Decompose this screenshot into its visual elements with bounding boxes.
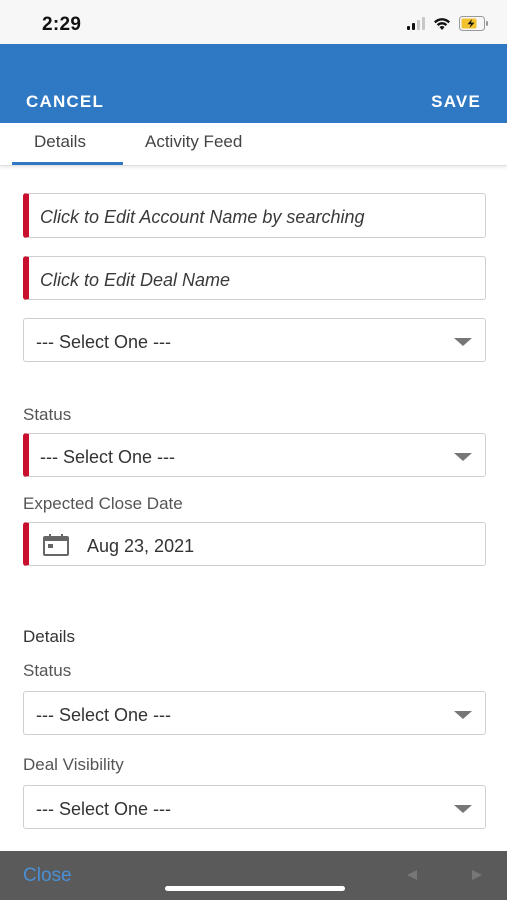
status-value: --- Select One --- (40, 447, 176, 467)
app-bar: CANCEL SAVE (0, 44, 507, 123)
status-label: Status (23, 405, 72, 424)
home-indicator[interactable] (165, 886, 345, 891)
status-icons (407, 16, 489, 31)
account-name-placeholder: Click to Edit Account Name by searching (40, 207, 365, 227)
details-section-title: Details (23, 627, 75, 646)
tab-bar: Details Activity Feed (0, 123, 507, 166)
next-arrow-icon[interactable] (472, 870, 482, 880)
tab-activity-feed[interactable]: Activity Feed (145, 132, 242, 152)
close-date-label: Expected Close Date (23, 494, 183, 513)
deal-visibility-select[interactable]: --- Select One --- (23, 785, 486, 829)
deal-visibility-label: Deal Visibility (23, 755, 124, 774)
details-status-select[interactable]: --- Select One --- (23, 691, 486, 735)
wifi-icon (434, 17, 450, 30)
details-status-value: --- Select One --- (36, 705, 172, 725)
tab-details[interactable]: Details (34, 132, 86, 152)
status-select[interactable]: --- Select One --- (23, 433, 486, 477)
bottom-toolbar: Close (0, 851, 507, 900)
details-status-label: Status (23, 661, 72, 680)
deal-name-placeholder: Click to Edit Deal Name (40, 270, 231, 290)
battery-icon (459, 16, 488, 31)
calendar-icon (43, 534, 69, 556)
dropdown-caret-icon (454, 338, 472, 346)
dropdown-caret-icon (454, 453, 472, 461)
deal-name-field[interactable]: Click to Edit Deal Name (23, 256, 486, 300)
cancel-button[interactable]: CANCEL (26, 92, 104, 112)
active-tab-indicator (12, 162, 123, 165)
status-time: 2:29 (42, 14, 82, 35)
previous-arrow-icon[interactable] (407, 870, 417, 880)
signal-icon (407, 17, 425, 30)
deal-type-value: --- Select One --- (36, 332, 172, 352)
account-name-field[interactable]: Click to Edit Account Name by searching (23, 193, 486, 238)
dropdown-caret-icon (454, 805, 472, 813)
status-bar: 2:29 (0, 0, 507, 44)
deal-visibility-value: --- Select One --- (36, 799, 172, 819)
save-button[interactable]: SAVE (431, 92, 481, 112)
deal-type-select[interactable]: --- Select One --- (23, 318, 486, 362)
close-date-field[interactable]: Aug 23, 2021 (23, 522, 486, 566)
dropdown-caret-icon (454, 711, 472, 719)
close-date-value: Aug 23, 2021 (87, 536, 195, 556)
close-link[interactable]: Close (23, 865, 72, 887)
